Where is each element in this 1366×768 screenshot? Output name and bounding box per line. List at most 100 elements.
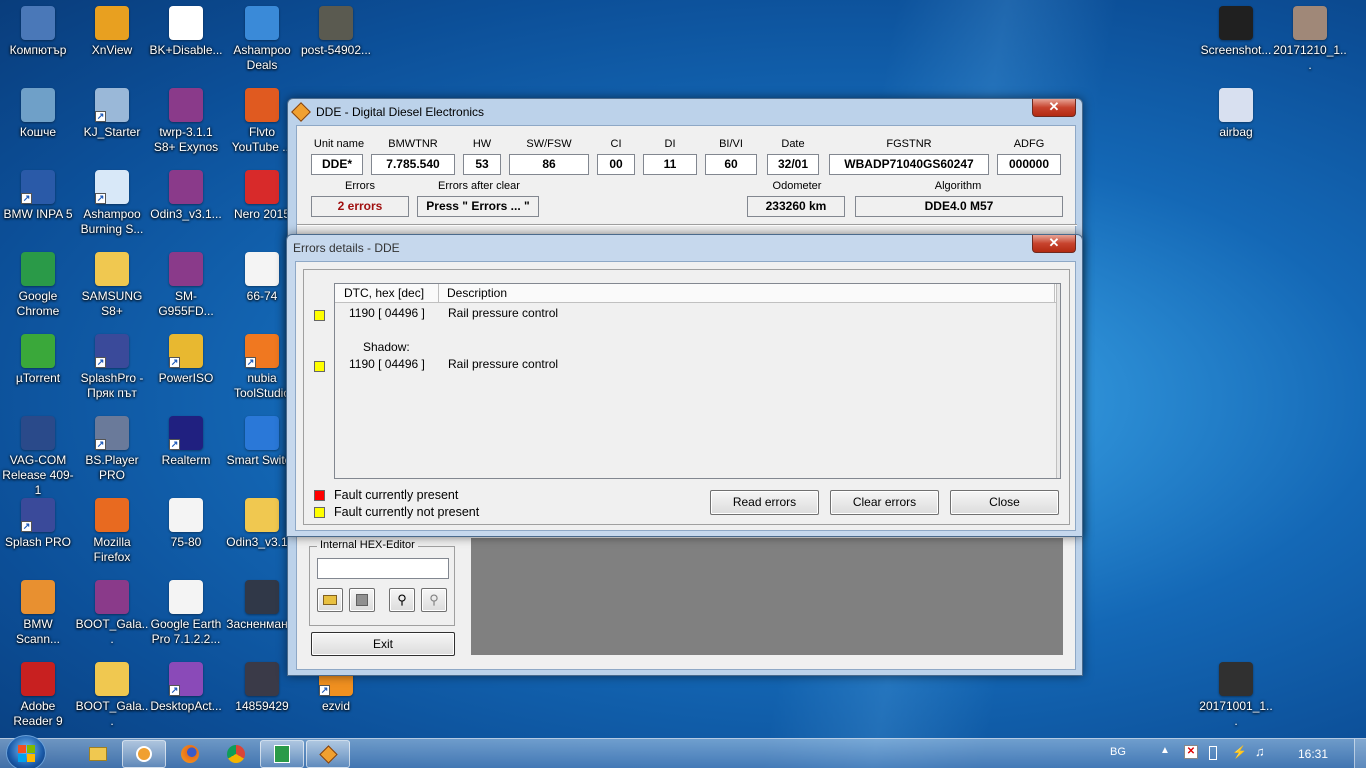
desktop-icon[interactable]: ↗ BMW INPA 5 xyxy=(0,164,76,244)
bmw-inpa-icon: ↗ xyxy=(21,170,55,204)
dtc-row-2[interactable]: 1190 [ 04496 ] Rail pressure control xyxy=(335,357,1035,373)
battery-icon[interactable] xyxy=(1209,746,1217,760)
desktop-icon[interactable]: Компютър xyxy=(0,0,76,80)
desktop-icon[interactable]: BMW Scann... xyxy=(0,574,76,654)
desktop-icon[interactable]: ↗ BS.Player PRO xyxy=(74,410,150,490)
bmwtnr-field: 7.785.540 xyxy=(371,154,455,175)
taskbar-explorer-button[interactable] xyxy=(76,740,120,768)
desktop-icon[interactable]: BOOT_Gala... xyxy=(74,656,150,736)
desktop-icon[interactable]: ↗ DesktopAct... xyxy=(148,656,224,736)
desktop-icon[interactable]: Adobe Reader 9 xyxy=(0,656,76,736)
di-field: 11 xyxy=(643,154,697,175)
desktop-icon-label: XnView xyxy=(91,43,133,57)
hex-editor-input[interactable] xyxy=(317,558,449,579)
header-sw-fsw: SW/FSW xyxy=(526,138,572,150)
save-file-button[interactable] xyxy=(349,588,375,612)
desktop-icon[interactable]: 75-80 xyxy=(148,492,224,572)
volume-icon[interactable]: ♫ xyxy=(1255,744,1265,759)
close-button[interactable]: Close xyxy=(950,490,1059,515)
desktop-icon[interactable]: ↗ Splash PRO xyxy=(0,492,76,572)
column-description-header[interactable]: Description xyxy=(441,284,1055,303)
desktop-icon-label: KJ_Starter xyxy=(83,125,141,139)
taskbar-app-button[interactable] xyxy=(122,740,166,768)
hw-field: 53 xyxy=(463,154,501,175)
errors-window-title: Errors details - DDE xyxy=(293,241,400,255)
show-desktop-button[interactable] xyxy=(1354,739,1366,768)
desktop-icon[interactable]: 20171001_1... xyxy=(1198,656,1274,736)
desktop-icon[interactable]: ↗ Realterm xyxy=(148,410,224,490)
binoculars-icon: ⚲ xyxy=(397,592,407,607)
desktop-icon-label: SAMSUNG S8+ xyxy=(81,289,143,318)
find-button[interactable]: ⚲ xyxy=(389,588,415,612)
desktop-icon-label: BK+Disable... xyxy=(149,43,223,57)
desktop-icon[interactable]: VAG-COM Release 409-1 xyxy=(0,410,76,497)
dtc-row-1[interactable]: 1190 [ 04496 ] Rail pressure control xyxy=(335,306,1035,322)
desktop-icon-label: BMW Scann... xyxy=(15,617,61,646)
desktop-icon[interactable]: BOOT_Gala... xyxy=(74,574,150,654)
exit-button[interactable]: Exit xyxy=(311,632,455,656)
open-file-button[interactable] xyxy=(317,588,343,612)
desktop-icon[interactable]: Кошче xyxy=(0,82,76,162)
algorithm-field: DDE4.0 M57 xyxy=(855,196,1063,217)
desktop-icon[interactable]: µTorrent xyxy=(0,328,76,408)
taskbar-chrome-button[interactable] xyxy=(214,740,258,768)
taskbar-firefox-button[interactable] xyxy=(168,740,212,768)
taskbar: BG ▲ ✕ ⚡ ♫ 16:31 xyxy=(0,735,1366,768)
desktop-icon[interactable]: Mozilla Firefox xyxy=(74,492,150,572)
network-icon[interactable]: ⚡ xyxy=(1232,745,1247,759)
smart-switch-icon xyxy=(245,416,279,450)
realterm-icon: ↗ xyxy=(169,416,203,450)
desktop-icon[interactable]: Screenshot... xyxy=(1198,0,1274,80)
errors-details-window[interactable]: Errors details - DDE ✕ DTC, hex [dec] De… xyxy=(286,234,1083,537)
poweriso-icon: ↗ xyxy=(169,334,203,368)
dtc-list[interactable]: DTC, hex [dec] Description 1190 [ 04496 … xyxy=(334,283,1061,479)
header-date: Date xyxy=(781,138,805,150)
desktop-icon-label: Ashampoo Burning S... xyxy=(80,207,144,236)
action-center-icon[interactable]: ✕ xyxy=(1184,745,1198,759)
show-hidden-icons-button[interactable]: ▲ xyxy=(1160,745,1170,756)
dde-close-button[interactable]: ✕ xyxy=(1032,99,1076,117)
desktop-icon-label: DesktopAct... xyxy=(150,699,222,713)
find-next-button[interactable]: ⚲ xyxy=(421,588,447,612)
desktop-icon[interactable]: SAMSUNG S8+ xyxy=(74,246,150,326)
flvto-icon xyxy=(245,88,279,122)
desktop-icon-label: Кошче xyxy=(19,125,57,139)
dde-titlebar[interactable]: DDE - Digital Diesel Electronics ✕ xyxy=(288,99,1082,125)
dtc-description: Rail pressure control xyxy=(448,357,559,371)
header-errors: Errors xyxy=(345,180,375,192)
desktop-icon[interactable]: Google Earth Pro 7.1.2.2... xyxy=(148,574,224,654)
desktop-icon[interactable]: post-54902... xyxy=(298,0,374,80)
desktop-icon[interactable]: ↗ Ashampoo Burning S... xyxy=(74,164,150,244)
shadow-label: Shadow: xyxy=(363,340,410,354)
header-bmwtnr: BMWTNR xyxy=(388,138,438,150)
desktop-icon-label: µTorrent xyxy=(15,371,61,385)
errors-field[interactable]: 2 errors xyxy=(311,196,409,217)
desktop-icon[interactable]: 20171210_1... xyxy=(1272,0,1348,80)
column-dtc-header[interactable]: DTC, hex [dec] xyxy=(335,284,439,303)
desktop-icon[interactable]: Odin3_v3.1... xyxy=(148,164,224,244)
errors-close-x-button[interactable]: ✕ xyxy=(1032,235,1076,253)
desktop-icon[interactable]: XnView xyxy=(74,0,150,80)
taskbar-green-app-button[interactable] xyxy=(260,740,304,768)
desktop-icon[interactable]: SM-G955FD... xyxy=(148,246,224,326)
image-file-icon xyxy=(245,580,279,614)
read-errors-button[interactable]: Read errors xyxy=(710,490,819,515)
clear-errors-button[interactable]: Clear errors xyxy=(830,490,939,515)
errors-titlebar[interactable]: Errors details - DDE ✕ xyxy=(287,235,1082,261)
start-button[interactable] xyxy=(6,735,46,768)
clock[interactable]: 16:31 xyxy=(1298,747,1328,761)
desktop-icon[interactable]: airbag xyxy=(1198,82,1274,162)
desktop-icon[interactable]: Ashampoo Deals xyxy=(224,0,300,80)
torrent-file-icon xyxy=(245,252,279,286)
fgstnr-field: WBADP71040GS60247 xyxy=(829,154,989,175)
desktop-icon[interactable]: ↗ SplashPro - Пряк път xyxy=(74,328,150,408)
errors-after-clear-field[interactable]: Press " Errors ... " xyxy=(417,196,539,217)
desktop-icon[interactable]: ↗ KJ_Starter xyxy=(74,82,150,162)
torrent-file-icon xyxy=(169,498,203,532)
language-indicator[interactable]: BG xyxy=(1110,746,1126,758)
desktop-icon[interactable]: ↗ PowerISO xyxy=(148,328,224,408)
taskbar-dde-button[interactable] xyxy=(306,740,350,768)
desktop-icon[interactable]: Google Chrome xyxy=(0,246,76,326)
desktop-icon[interactable]: twrp-3.1.1 S8+ Exynos xyxy=(148,82,224,162)
desktop-icon[interactable]: BK+Disable... xyxy=(148,0,224,80)
